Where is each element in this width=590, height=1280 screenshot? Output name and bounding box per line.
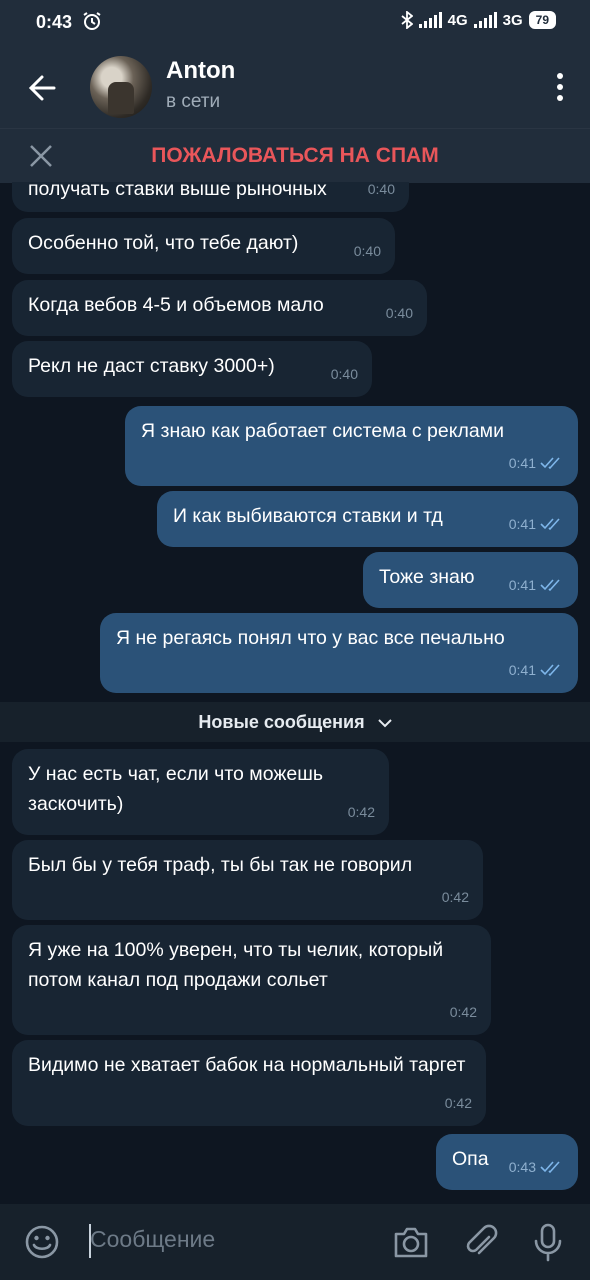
double-check-icon	[540, 1161, 560, 1174]
message-meta: 0:42	[442, 882, 469, 912]
microphone-icon[interactable]	[532, 1222, 564, 1262]
battery-icon: 79	[528, 11, 556, 29]
back-arrow-icon[interactable]	[24, 68, 64, 108]
attach-icon[interactable]	[463, 1223, 499, 1261]
message-meta: 0:41	[509, 448, 564, 478]
bluetooth-icon	[401, 11, 413, 29]
message-text: У нас есть чат, если что можешь заскочит…	[28, 763, 324, 815]
new-messages-separator: Новые сообщения	[0, 702, 590, 742]
signal-icon	[473, 12, 497, 28]
message-bubble[interactable]: Видимо не хватает бабок на нормальный та…	[12, 1040, 486, 1126]
message-list: получать ставки выше рыночных 0:40 Особе…	[0, 182, 590, 1204]
message-meta: 0:41	[509, 655, 564, 685]
message-bubble[interactable]: Когда вебов 4-5 и объемов мало 0:40	[12, 280, 427, 336]
double-check-icon	[540, 664, 560, 677]
message-time: 0:42	[449, 1004, 477, 1020]
message-time: 0:40	[330, 366, 358, 382]
message-bubble[interactable]: Я знаю как работает система с реклами 0:…	[125, 406, 578, 486]
message-bubble[interactable]: У нас есть чат, если что можешь заскочит…	[12, 749, 389, 835]
message-bubble[interactable]: Я уже на 100% уверен, что ты челик, кото…	[12, 925, 491, 1035]
message-time: 0:43	[508, 1159, 536, 1175]
message-time: 0:41	[508, 516, 536, 532]
message-meta: 0:40	[331, 359, 358, 389]
status-icons: 4G 3G 79	[401, 11, 556, 29]
network-type-1: 4G	[447, 11, 468, 29]
new-messages-label: Новые сообщения	[198, 712, 365, 732]
message-bubble[interactable]: Особенно той, что тебе дают) 0:40	[12, 218, 395, 274]
message-bubble[interactable]: получать ставки выше рыночных 0:40	[12, 182, 409, 212]
status-bar: 0:43 4G 3G 79	[0, 0, 590, 46]
message-text: Я не регаясь понял что у вас все печальн…	[116, 627, 505, 649]
message-input-bar: Сообщение	[0, 1204, 590, 1280]
message-time: 0:41	[508, 577, 536, 593]
message-time: 0:40	[353, 243, 381, 259]
message-meta: 0:43	[509, 1152, 564, 1182]
message-time: 0:42	[441, 889, 469, 905]
double-check-icon	[540, 518, 560, 531]
message-meta: 0:41	[509, 570, 564, 600]
message-bubble[interactable]: Я не регаясь понял что у вас все печальн…	[100, 613, 578, 693]
message-text: Рекл не даст ставку 3000+)	[28, 355, 275, 377]
message-meta: 0:40	[368, 182, 395, 204]
message-meta: 0:42	[445, 1088, 472, 1118]
spam-bar: ПОЖАЛОВАТЬСЯ НА СПАМ	[0, 128, 590, 183]
message-bubble[interactable]: Был бы у тебя траф, ты бы так не говорил…	[12, 840, 483, 920]
camera-icon[interactable]	[392, 1224, 430, 1260]
message-text: Был бы у тебя траф, ты бы так не говорил	[28, 854, 413, 876]
message-input[interactable]: Сообщение	[90, 1226, 350, 1253]
message-bubble[interactable]: И как выбиваются ставки и тд 0:41	[157, 491, 578, 547]
avatar[interactable]	[90, 56, 152, 118]
contact-status: в сети	[166, 91, 221, 112]
message-text: Я уже на 100% уверен, что ты челик, кото…	[28, 939, 444, 991]
message-meta: 0:40	[354, 236, 381, 266]
alarm-icon	[83, 12, 101, 30]
message-text: Особенно той, что тебе дают)	[28, 232, 299, 254]
report-spam-button[interactable]: ПОЖАЛОВАТЬСЯ НА СПАМ	[0, 144, 590, 168]
message-time: 0:42	[444, 1095, 472, 1111]
message-meta: 0:42	[348, 797, 375, 827]
message-text: Видимо не хватает бабок на нормальный та…	[28, 1054, 466, 1076]
message-text: Когда вебов 4-5 и объемов мало	[28, 294, 324, 316]
message-text: Я знаю как работает система с реклами	[141, 420, 504, 442]
status-time: 0:43	[36, 12, 73, 32]
chat-header: Anton в сети	[0, 46, 590, 128]
contact-name[interactable]: Anton	[166, 57, 235, 85]
network-type-2: 3G	[502, 11, 523, 29]
message-meta: 0:41	[509, 509, 564, 539]
message-bubble[interactable]: Опа 0:43	[436, 1134, 578, 1190]
message-text: Опа	[452, 1148, 489, 1170]
message-bubble[interactable]: Тоже знаю 0:41	[363, 552, 578, 608]
chevron-down-icon	[377, 719, 392, 728]
message-meta: 0:40	[386, 298, 413, 328]
message-text: получать ставки выше рыночных	[28, 182, 327, 200]
signal-icon	[418, 12, 442, 28]
double-check-icon	[540, 457, 560, 470]
more-menu-icon[interactable]	[556, 72, 564, 102]
message-text: Тоже знаю	[379, 566, 475, 588]
message-time: 0:41	[508, 662, 536, 678]
message-time: 0:40	[385, 305, 413, 321]
message-text: И как выбиваются ставки и тд	[173, 505, 443, 527]
message-meta: 0:42	[450, 997, 477, 1027]
message-bubble[interactable]: Рекл не даст ставку 3000+) 0:40	[12, 341, 372, 397]
message-time: 0:40	[367, 182, 395, 197]
double-check-icon	[540, 579, 560, 592]
emoji-icon[interactable]	[24, 1224, 60, 1260]
message-time: 0:42	[347, 804, 375, 820]
message-time: 0:41	[508, 455, 536, 471]
